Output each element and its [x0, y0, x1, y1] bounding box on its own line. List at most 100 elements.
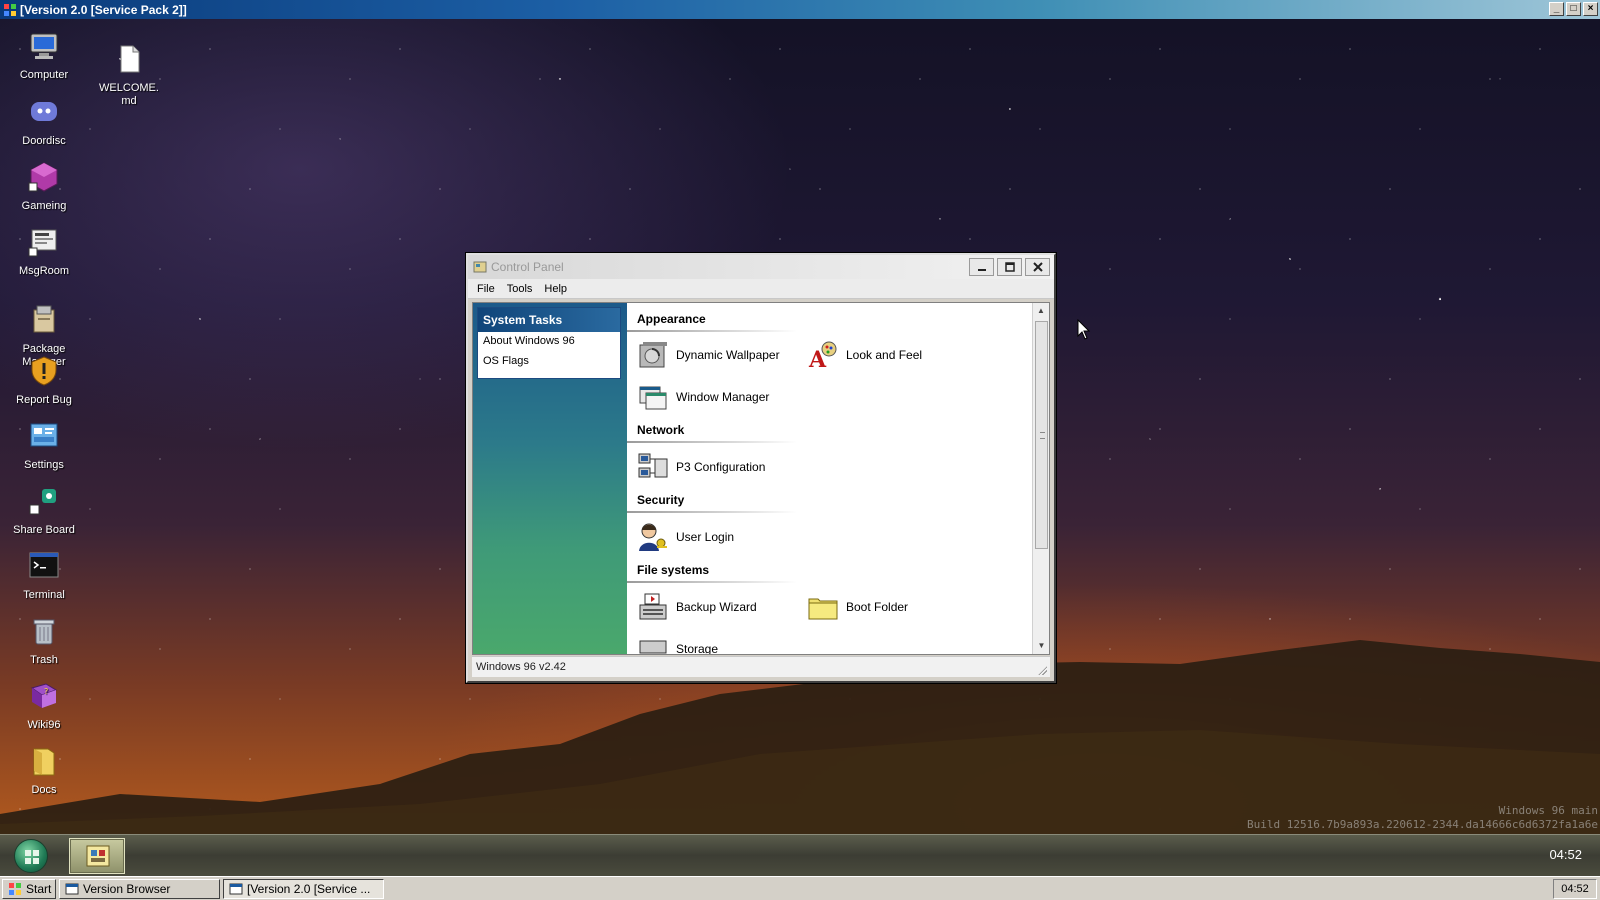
status-bar: Windows 96 v2.42 — [472, 656, 1050, 677]
maximize-icon — [1004, 262, 1015, 272]
storage-drive-icon — [639, 640, 667, 654]
desktop-icon-label: WELCOME. md — [99, 82, 159, 107]
menu-tools[interactable]: Tools — [502, 283, 538, 295]
vertical-scrollbar[interactable]: ▲ ▼ — [1032, 303, 1049, 654]
menu-file[interactable]: File — [472, 283, 500, 295]
applet-boot-folder[interactable]: Boot Folder — [807, 591, 908, 623]
desktop-icon-trash[interactable]: Trash — [4, 615, 84, 667]
control-panel-body: System Tasks About Windows 96 OS Flags A… — [472, 302, 1050, 655]
applet-look-and-feel[interactable]: A Look and Feel — [807, 339, 922, 371]
book-icon: ? — [30, 683, 58, 708]
package-icon — [33, 305, 55, 333]
desktop-icon-label: Report Bug — [16, 394, 72, 406]
mouse-cursor-icon — [1077, 319, 1091, 340]
user-key-icon — [639, 523, 667, 551]
sidebar: System Tasks About Windows 96 OS Flags — [473, 303, 627, 654]
desktop-icon-label: Trash — [30, 654, 58, 666]
taskbar-button-label: [Version 2.0 [Service ... — [247, 881, 371, 896]
desktop-icon-report-bug[interactable]: Report Bug — [4, 355, 84, 407]
control-panel-icon — [86, 845, 110, 867]
system-tray-clock[interactable]: 04:52 — [1553, 879, 1597, 899]
scrollbar-thumb[interactable] — [1035, 321, 1048, 549]
host-taskbar: Start Version Browser [Version 2.0 [Serv… — [0, 876, 1600, 900]
windows-logo-icon — [4, 3, 16, 16]
applet-window-manager[interactable]: Window Manager — [637, 381, 769, 413]
section-header-security: Security — [627, 493, 797, 513]
applet-label: Backup Wizard — [676, 600, 757, 614]
windows-logo-icon — [9, 882, 21, 895]
maximize-button[interactable] — [997, 258, 1022, 276]
host-close-button[interactable]: × — [1583, 2, 1598, 16]
taskbar-button-version-20[interactable]: [Version 2.0 [Service ... — [223, 878, 384, 899]
svg-text:?: ? — [44, 687, 48, 696]
section-header-file-systems: File systems — [627, 563, 797, 583]
applet-user-login[interactable]: User Login — [637, 521, 734, 553]
control-panel-title-bar[interactable]: Control Panel — [468, 255, 1054, 279]
system-tasks-panel: System Tasks About Windows 96 OS Flags — [477, 307, 621, 379]
dock-taskbar: 04:52 — [0, 834, 1600, 876]
dock-control-panel-button[interactable] — [69, 838, 125, 874]
minimize-button[interactable] — [969, 258, 994, 276]
desktop-icon-wiki96[interactable]: ? Wiki96 — [4, 680, 84, 732]
applet-backup-wizard[interactable]: Backup Wizard — [637, 591, 757, 623]
desktop-icon-share-board[interactable]: Share Board — [4, 485, 84, 537]
task-link-os-flags[interactable]: OS Flags — [478, 352, 620, 372]
folder-icon — [33, 748, 55, 776]
terminal-icon — [29, 552, 59, 578]
desktop-icon-label: Settings — [24, 459, 64, 471]
document-icon — [120, 45, 140, 73]
scroll-up-arrow-icon[interactable]: ▲ — [1033, 303, 1049, 319]
menu-help[interactable]: Help — [539, 283, 572, 295]
dock-clock[interactable]: 04:52 — [1549, 847, 1582, 862]
desktop-icon-label: Terminal — [23, 589, 65, 601]
desktop-icon-settings[interactable]: Settings — [4, 420, 84, 472]
control-panel-icon — [473, 261, 487, 273]
app-window-icon — [229, 883, 243, 894]
applet-label: Boot Folder — [846, 600, 909, 614]
start-button[interactable]: Start — [2, 878, 56, 899]
close-button[interactable] — [1025, 258, 1050, 276]
desktop-icon-welcome[interactable]: WELCOME. md — [89, 30, 169, 121]
applet-storage[interactable]: Storage — [637, 633, 718, 654]
host-title-bar[interactable]: [Version 2.0 [Service Pack 2]] _ □ × — [0, 0, 1600, 19]
wallpaper-icon — [639, 342, 667, 368]
applet-label: Storage — [676, 642, 719, 654]
host-maximize-button[interactable]: □ — [1566, 2, 1581, 16]
start-label: Start — [26, 881, 52, 896]
settings-icon — [30, 423, 58, 447]
desktop-icon-label: Gameing — [21, 200, 67, 212]
start-orb-button[interactable] — [14, 839, 48, 873]
desktop-icon-gameing[interactable]: Gameing — [4, 161, 84, 213]
taskbar-button-label: Version Browser — [83, 881, 171, 896]
resize-grip-icon[interactable] — [1038, 666, 1047, 675]
applet-list: Appearance Dynamic Wallpaper A Look and … — [627, 303, 1032, 654]
backup-icon — [639, 593, 667, 620]
network-computers-icon — [638, 453, 668, 478]
applet-dynamic-wallpaper[interactable]: Dynamic Wallpaper — [637, 339, 780, 371]
status-text: Windows 96 v2.42 — [476, 661, 566, 673]
watermark-line: Windows 96 main — [1498, 804, 1598, 817]
applet-label: Look and Feel — [846, 348, 923, 362]
task-link-about[interactable]: About Windows 96 — [478, 332, 620, 352]
watermark-line: Build 12516.7b9a893a.220612-2344.da14666… — [1247, 818, 1598, 831]
applet-label: P3 Configuration — [676, 460, 766, 474]
host-minimize-button[interactable]: _ — [1549, 2, 1564, 16]
desktop[interactable]: Computer WELCOME. md Doordisc Gameing Ms… — [0, 19, 1600, 834]
desktop-icon-msgroom[interactable]: MsgRoom — [4, 226, 84, 278]
control-panel-window[interactable]: Control Panel File Tools Help System Tas… — [466, 253, 1056, 683]
desktop-icon-label: Doordisc — [22, 135, 66, 147]
shield-icon — [31, 356, 57, 386]
desktop-icon-docs[interactable]: Docs — [4, 745, 84, 797]
scroll-down-arrow-icon[interactable]: ▼ — [1033, 638, 1050, 654]
desktop-icon-label: Share Board — [13, 524, 75, 536]
menu-bar: File Tools Help — [468, 279, 1054, 299]
section-header-network: Network — [627, 423, 797, 443]
applet-p3-configuration[interactable]: P3 Configuration — [637, 451, 765, 483]
desktop-icon-terminal[interactable]: Terminal — [4, 550, 84, 602]
taskbar-button-version-browser[interactable]: Version Browser — [59, 878, 220, 899]
trash-icon — [33, 619, 55, 645]
desktop-icon-computer[interactable]: Computer — [4, 30, 84, 82]
host-window-title: [Version 2.0 [Service Pack 2]] — [20, 2, 187, 17]
system-tasks-header: System Tasks — [478, 308, 620, 332]
desktop-icon-doordisc[interactable]: Doordisc — [4, 96, 84, 148]
